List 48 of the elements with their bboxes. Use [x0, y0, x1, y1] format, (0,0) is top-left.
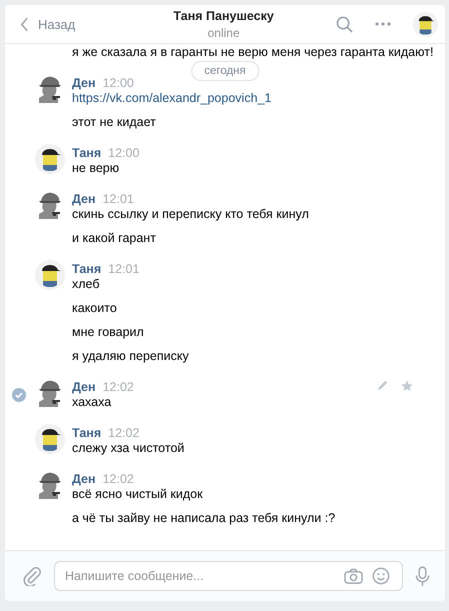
- check-icon[interactable]: [12, 388, 26, 402]
- search-icon[interactable]: [336, 16, 353, 32]
- back-icon[interactable]: [20, 16, 29, 32]
- emoji-icon[interactable]: [372, 567, 390, 585]
- message-text: какоито: [72, 301, 118, 316]
- message-field[interactable]: Напишите сообщение...: [54, 561, 403, 591]
- date-divider: сегодня: [191, 61, 259, 81]
- back-button[interactable]: Назад: [20, 16, 76, 32]
- author-name[interactable]: Ден: [72, 380, 96, 395]
- message-text: всё ясно чистый кидок: [72, 487, 204, 502]
- more-icon[interactable]: [375, 22, 391, 26]
- author-name[interactable]: Ден: [72, 76, 96, 91]
- online-status: online: [208, 26, 240, 40]
- message-text: хахаха: [72, 395, 112, 410]
- message-input[interactable]: Напишите сообщение...: [65, 569, 335, 583]
- message-time: 12:00: [108, 146, 140, 161]
- author-name[interactable]: Ден: [72, 472, 96, 487]
- message-text: я удаляю переписку: [72, 349, 189, 364]
- edit-icon[interactable]: [377, 380, 388, 391]
- message-time: 12:02: [102, 472, 134, 487]
- message-text: и какой гарант: [72, 231, 157, 246]
- message-text: мне говарил: [72, 325, 145, 340]
- chat-title: Таня Панушеску: [173, 8, 274, 22]
- message-time: 12:02: [108, 426, 140, 441]
- microphone-icon[interactable]: [415, 566, 430, 586]
- message-text: а чё ты зайву не написала раз тебя кинули :?: [72, 511, 336, 526]
- avatar: [35, 424, 65, 454]
- message-time: 12:01: [108, 262, 140, 277]
- message-text: скинь ссылку и переписку кто тебя кинул: [72, 207, 309, 222]
- message-time: 12:02: [102, 380, 134, 395]
- star-icon[interactable]: [401, 380, 413, 392]
- avatar: [413, 12, 438, 36]
- message-text: этот не кидает: [72, 115, 157, 130]
- message-text: я же сказала я в гаранты не верю меня через гаранта кидают!: [72, 45, 434, 60]
- message-link[interactable]: https://vk.com/alexandr_popovich_1: [72, 91, 272, 106]
- avatar: [35, 144, 65, 174]
- message-text: слежу хза чистотой: [72, 441, 184, 456]
- message-text: не верю: [72, 161, 120, 176]
- author-name[interactable]: Таня: [72, 426, 102, 441]
- camera-icon[interactable]: [344, 568, 363, 584]
- message-text: хлеб: [72, 277, 101, 292]
- message-time: 12:01: [102, 192, 134, 207]
- author-name[interactable]: Таня: [72, 146, 102, 161]
- author-name[interactable]: Ден: [72, 192, 96, 207]
- message-time: 12:00: [102, 76, 134, 91]
- author-name[interactable]: Таня: [72, 262, 102, 277]
- attach-icon[interactable]: [22, 566, 42, 586]
- avatar: [35, 260, 65, 290]
